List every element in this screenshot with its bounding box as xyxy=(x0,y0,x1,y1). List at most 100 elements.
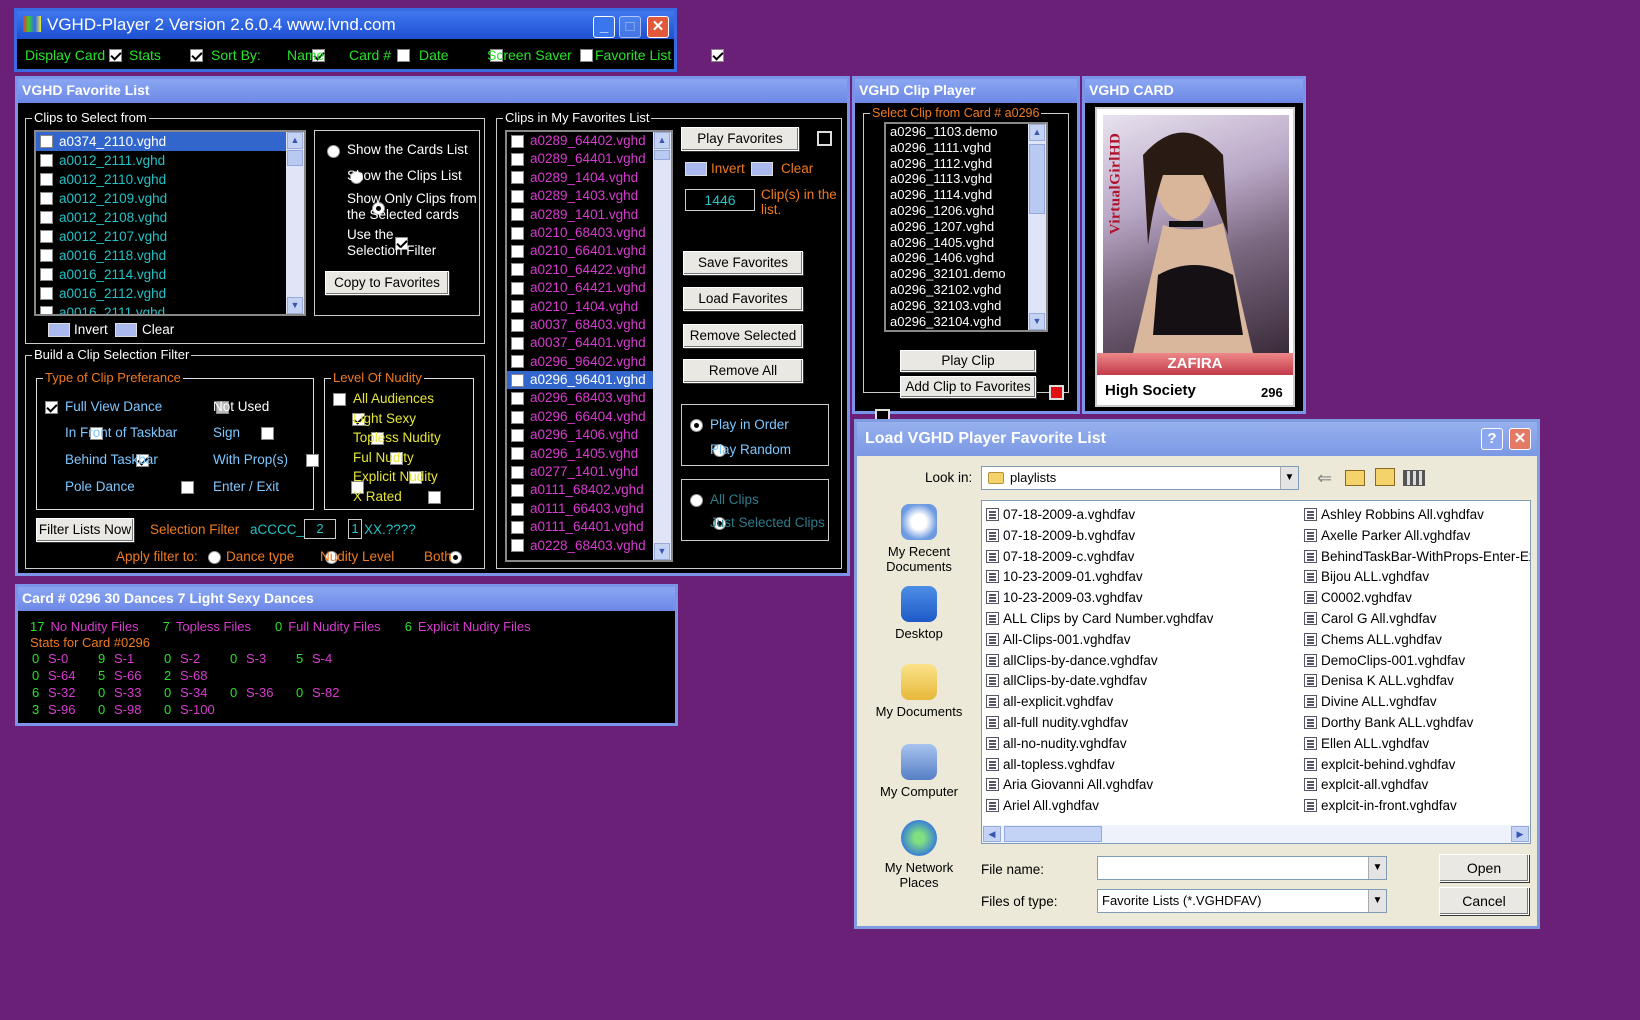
invert-label[interactable]: Invert xyxy=(74,322,108,338)
file-item[interactable]: All-Clips-001.vghdfav xyxy=(986,630,1213,651)
list-item[interactable]: a0037_64401.vghd xyxy=(507,334,671,352)
list-item-checkbox[interactable] xyxy=(40,173,53,186)
list-item-checkbox[interactable] xyxy=(40,306,53,314)
list-item[interactable]: a0012_2107.vghd xyxy=(36,227,304,246)
list-item[interactable]: a0228_68403.vghd xyxy=(507,537,671,555)
clear-favs-label[interactable]: Clear xyxy=(781,161,813,177)
list-item[interactable]: a0296_32103.vghd xyxy=(886,298,1046,314)
favorites-list[interactable]: a0289_64402.vghd a0289_64401.vghd a0289_14… xyxy=(505,130,673,562)
list-item[interactable]: a0296_1207.vghd xyxy=(886,219,1046,235)
scroll-right-icon[interactable]: ▶ xyxy=(1511,826,1529,842)
list-item-checkbox[interactable] xyxy=(511,465,524,479)
remove-all-button[interactable]: Remove All xyxy=(683,359,803,383)
list-item[interactable]: a0296_1103.demo xyxy=(886,124,1046,140)
list-item-checkbox[interactable] xyxy=(40,230,53,243)
list-item-checkbox[interactable] xyxy=(40,192,53,205)
scroll-left-icon[interactable]: ◀ xyxy=(983,826,1001,842)
list-item[interactable]: a0111_66403.vghd xyxy=(507,500,671,518)
list-item[interactable]: a0296_32104.vghd xyxy=(886,314,1046,330)
list-item[interactable]: a0296_1406.vghd xyxy=(886,250,1046,266)
place-my-computer[interactable]: My Computer xyxy=(869,744,969,799)
clips-to-select-list[interactable]: a0374_2110.vghd a0012_2111.vghd a0012_2110… xyxy=(34,130,306,316)
help-button[interactable]: ? xyxy=(1481,428,1503,450)
list-item[interactable]: a0296_1111.vghd xyxy=(886,140,1046,156)
list-item[interactable]: a0296_96401.vghd xyxy=(507,371,653,390)
place-my-documents[interactable]: My Documents xyxy=(869,664,969,719)
remove-selected-button[interactable]: Remove Selected xyxy=(683,324,803,348)
list-item[interactable]: a0296_1114.vghd xyxy=(886,187,1046,203)
list-item-checkbox[interactable] xyxy=(40,249,53,262)
view-menu-icon[interactable] xyxy=(1403,470,1425,486)
card-clips-scrollbar[interactable]: ▲ ▼ xyxy=(1028,124,1046,330)
list-item[interactable]: a0210_64421.vghd xyxy=(507,279,671,297)
file-item[interactable]: 07-18-2009-c.vghdfav xyxy=(986,547,1213,568)
file-name-input[interactable]: ▼ xyxy=(1097,856,1387,880)
file-item[interactable]: C0002.vghdfav xyxy=(1304,588,1530,609)
list-item-checkbox[interactable] xyxy=(511,355,524,369)
clear-favs-swatch[interactable] xyxy=(751,162,773,176)
favorite-list-checkbox[interactable] xyxy=(710,49,724,62)
load-favorites-button[interactable]: Load Favorites xyxy=(683,287,803,311)
list-item-checkbox[interactable] xyxy=(511,281,524,295)
list-item[interactable]: a0016_2111.vghd xyxy=(36,303,304,314)
list-item-checkbox[interactable] xyxy=(511,373,524,387)
file-item[interactable]: DemoClips-001.vghdfav xyxy=(1304,651,1530,672)
chevron-down-icon[interactable]: ▼ xyxy=(1368,857,1386,879)
list-item-checkbox[interactable] xyxy=(511,208,524,222)
list-item-checkbox[interactable] xyxy=(511,171,524,185)
file-item[interactable]: Carol G All.vghdfav xyxy=(1304,609,1530,630)
file-item[interactable]: allClips-by-dance.vghdfav xyxy=(986,651,1213,672)
all-clips-radio[interactable] xyxy=(690,494,703,507)
file-item[interactable]: explcit-in-front.vghdfav xyxy=(1304,796,1530,817)
list-item-checkbox[interactable] xyxy=(40,211,53,224)
favorites-option-checkbox[interactable] xyxy=(817,131,832,146)
list-item[interactable]: a0277_1401.vghd xyxy=(507,463,671,481)
list-item[interactable]: a0374_2110.vghd xyxy=(36,132,286,151)
new-folder-icon[interactable] xyxy=(1375,468,1395,486)
list-item[interactable]: a0296_32101.demo xyxy=(886,266,1046,282)
list-item-checkbox[interactable] xyxy=(511,153,524,167)
file-item[interactable]: allClips-by-date.vghdfav xyxy=(986,671,1213,692)
file-item[interactable]: all-no-nudity.vghdfav xyxy=(986,734,1213,755)
list-item[interactable]: a0111_68402.vghd xyxy=(507,481,671,499)
display-card-checkbox[interactable] xyxy=(109,49,122,62)
list-item[interactable]: a0289_1403.vghd xyxy=(507,187,671,205)
list-item-checkbox[interactable] xyxy=(511,226,524,240)
pole-dance-checkbox[interactable] xyxy=(180,481,194,494)
list-item[interactable]: a0296_1113.vghd xyxy=(886,171,1046,187)
list-item-checkbox[interactable] xyxy=(511,336,524,350)
file-item[interactable]: all-full nudity.vghdfav xyxy=(986,713,1213,734)
scroll-down-icon[interactable]: ▼ xyxy=(1029,313,1045,330)
list-item-checkbox[interactable] xyxy=(511,318,524,332)
list-item[interactable]: a0037_68403.vghd xyxy=(507,316,671,334)
list-item-checkbox[interactable] xyxy=(511,134,524,148)
horizontal-scrollbar[interactable]: ◀ ▶ xyxy=(982,825,1530,843)
filter-digit-input[interactable]: 2 xyxy=(304,519,336,539)
list-item[interactable]: a0012_2110.vghd xyxy=(36,170,304,189)
list-item[interactable]: a0296_1406.vghd xyxy=(507,426,671,444)
file-item[interactable]: 07-18-2009-a.vghdfav xyxy=(986,505,1213,526)
list-item-checkbox[interactable] xyxy=(511,539,524,553)
list-item-checkbox[interactable] xyxy=(511,484,524,498)
stats-checkbox[interactable] xyxy=(189,49,203,62)
list-item[interactable]: a0012_2109.vghd xyxy=(36,189,304,208)
invert-swatch[interactable] xyxy=(48,323,70,337)
open-button[interactable]: Open xyxy=(1439,854,1529,882)
up-folder-icon[interactable] xyxy=(1345,470,1365,486)
filter-digit-input-2[interactable]: 1 xyxy=(348,519,362,539)
scroll-thumb[interactable] xyxy=(287,150,303,166)
clip-player-indicator[interactable] xyxy=(1049,385,1064,400)
list-item[interactable]: a0296_1405.vghd xyxy=(886,235,1046,251)
list-item-checkbox[interactable] xyxy=(40,287,53,300)
list-item[interactable]: a0296_1112.vghd xyxy=(886,156,1046,172)
sign-checkbox[interactable] xyxy=(260,427,274,440)
list-item-checkbox[interactable] xyxy=(511,447,524,461)
file-item[interactable]: all-topless.vghdfav xyxy=(986,755,1213,776)
list-item[interactable]: a0296_68403.vghd xyxy=(507,389,671,407)
file-item[interactable]: Chems ALL.vghdfav xyxy=(1304,630,1530,651)
list-item[interactable]: a0296_66404.vghd xyxy=(507,408,671,426)
file-item[interactable]: Dorthy Bank ALL.vghdfav xyxy=(1304,713,1530,734)
nudity-checkbox[interactable] xyxy=(428,490,441,504)
file-item[interactable]: 10-23-2009-01.vghdfav xyxy=(986,567,1213,588)
scroll-up-icon[interactable]: ▲ xyxy=(1029,124,1045,141)
